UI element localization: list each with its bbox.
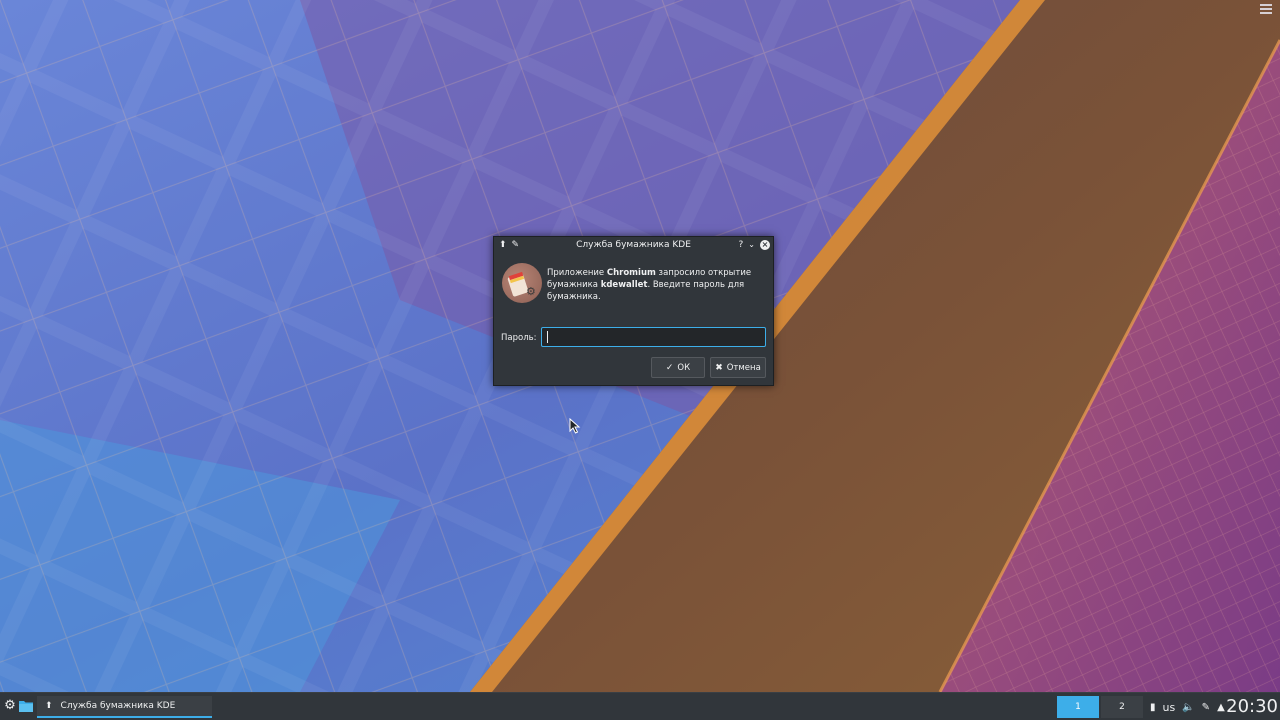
cancel-x-icon: ✖ xyxy=(715,362,723,373)
usb-icon[interactable]: ▮ xyxy=(1150,702,1156,713)
keep-above-icon: ⬆ xyxy=(45,701,53,711)
text-caret xyxy=(547,331,548,343)
desktop-toolbox-menu-icon[interactable] xyxy=(1260,4,1272,14)
wallet-name: kdewallet xyxy=(600,280,648,290)
ok-button[interactable]: ✓ ОК xyxy=(651,357,705,378)
help-button[interactable]: ? xyxy=(739,239,744,251)
volume-icon[interactable]: 🔈 xyxy=(1182,702,1194,713)
kwallet-icon: ⚙ xyxy=(502,263,542,303)
password-input[interactable] xyxy=(541,327,766,347)
virtual-desktop-pager: 1 2 xyxy=(1057,696,1143,718)
pin-icon[interactable]: ✎ xyxy=(512,239,520,251)
clock[interactable]: 20:30 xyxy=(1226,695,1278,719)
folder-icon[interactable] xyxy=(19,700,33,712)
clipboard-icon[interactable]: ✎ xyxy=(1202,702,1210,713)
close-icon[interactable]: × xyxy=(760,240,770,250)
task-label: Служба бумажника KDE xyxy=(60,701,176,711)
pager-desktop-1[interactable]: 1 xyxy=(1057,696,1099,718)
kde-logo-icon[interactable]: ⚙ xyxy=(2,698,18,714)
keyboard-layout[interactable]: us xyxy=(1163,701,1176,714)
check-icon: ✓ xyxy=(665,362,674,373)
cancel-button[interactable]: ✖ Отмена xyxy=(710,357,766,378)
minimize-chevron-icon[interactable]: ⌄ xyxy=(748,239,755,251)
dialog-message: Приложение Chromium запросило открытие б… xyxy=(547,268,752,302)
system-tray: ▮ us 🔈 ✎ ▲ xyxy=(1150,693,1232,720)
taskbar: ⚙ ⬆ Служба бумажника KDE 1 2 ▮ us 🔈 ✎ ▲ … xyxy=(0,692,1280,720)
password-label: Пароль: xyxy=(501,333,537,343)
dialog-title: Служба бумажника KDE xyxy=(576,240,691,250)
dialog-titlebar[interactable]: ⬆ ✎ Служба бумажника KDE ? ⌄ × xyxy=(494,237,773,253)
task-kwallet[interactable]: ⬆ Служба бумажника KDE xyxy=(37,696,212,718)
pager-desktop-2[interactable]: 2 xyxy=(1101,696,1143,718)
mouse-cursor-icon xyxy=(569,418,581,434)
app-name: Chromium xyxy=(606,268,656,278)
keep-above-icon[interactable]: ⬆ xyxy=(499,239,507,251)
kwallet-dialog: ⬆ ✎ Служба бумажника KDE ? ⌄ × ⚙ Приложе… xyxy=(493,236,774,386)
arrow-up-icon[interactable]: ▲ xyxy=(1217,702,1225,713)
